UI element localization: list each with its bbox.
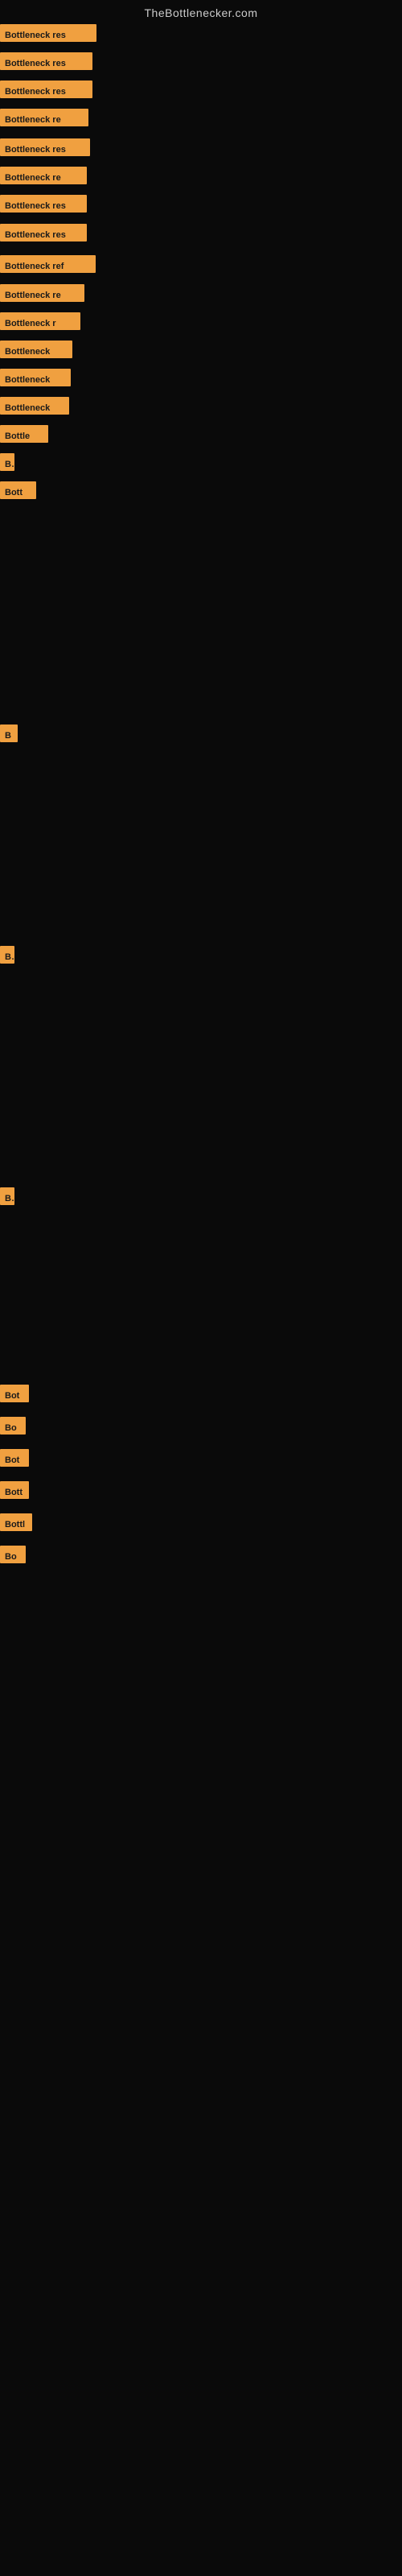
bottleneck-item-7[interactable]: Bottleneck res: [0, 195, 87, 213]
site-title: TheBottlenecker.com: [0, 0, 402, 26]
bottleneck-item-9[interactable]: Bottleneck ref: [0, 255, 96, 273]
bottleneck-item-17[interactable]: Bott: [0, 481, 36, 499]
bottleneck-item-21[interactable]: Bot: [0, 1385, 29, 1402]
bottleneck-item-2[interactable]: Bottleneck res: [0, 52, 92, 70]
bottleneck-item-8[interactable]: Bottleneck res: [0, 224, 87, 242]
bottleneck-item-1[interactable]: Bottleneck res: [0, 24, 96, 42]
bottleneck-item-4[interactable]: Bottleneck re: [0, 109, 88, 126]
bottleneck-item-26[interactable]: Bo: [0, 1546, 26, 1563]
bottleneck-item-22[interactable]: Bo: [0, 1417, 26, 1435]
bottleneck-item-14[interactable]: Bottleneck: [0, 397, 69, 415]
bottleneck-item-18[interactable]: B: [0, 724, 18, 742]
bottleneck-item-11[interactable]: Bottleneck r: [0, 312, 80, 330]
bottleneck-item-15[interactable]: Bottle: [0, 425, 48, 443]
bottleneck-item-24[interactable]: Bott: [0, 1481, 29, 1499]
bottleneck-item-23[interactable]: Bot: [0, 1449, 29, 1467]
bottleneck-item-6[interactable]: Bottleneck re: [0, 167, 87, 184]
bottleneck-item-19[interactable]: B: [0, 946, 14, 964]
bottleneck-item-13[interactable]: Bottleneck: [0, 369, 71, 386]
bottleneck-item-25[interactable]: Bottl: [0, 1513, 32, 1531]
bottleneck-item-16[interactable]: B: [0, 453, 14, 471]
bottleneck-item-5[interactable]: Bottleneck res: [0, 138, 90, 156]
bottleneck-item-12[interactable]: Bottleneck: [0, 341, 72, 358]
bottleneck-item-10[interactable]: Bottleneck re: [0, 284, 84, 302]
bottleneck-item-3[interactable]: Bottleneck res: [0, 80, 92, 98]
bottleneck-item-20[interactable]: B: [0, 1187, 14, 1205]
